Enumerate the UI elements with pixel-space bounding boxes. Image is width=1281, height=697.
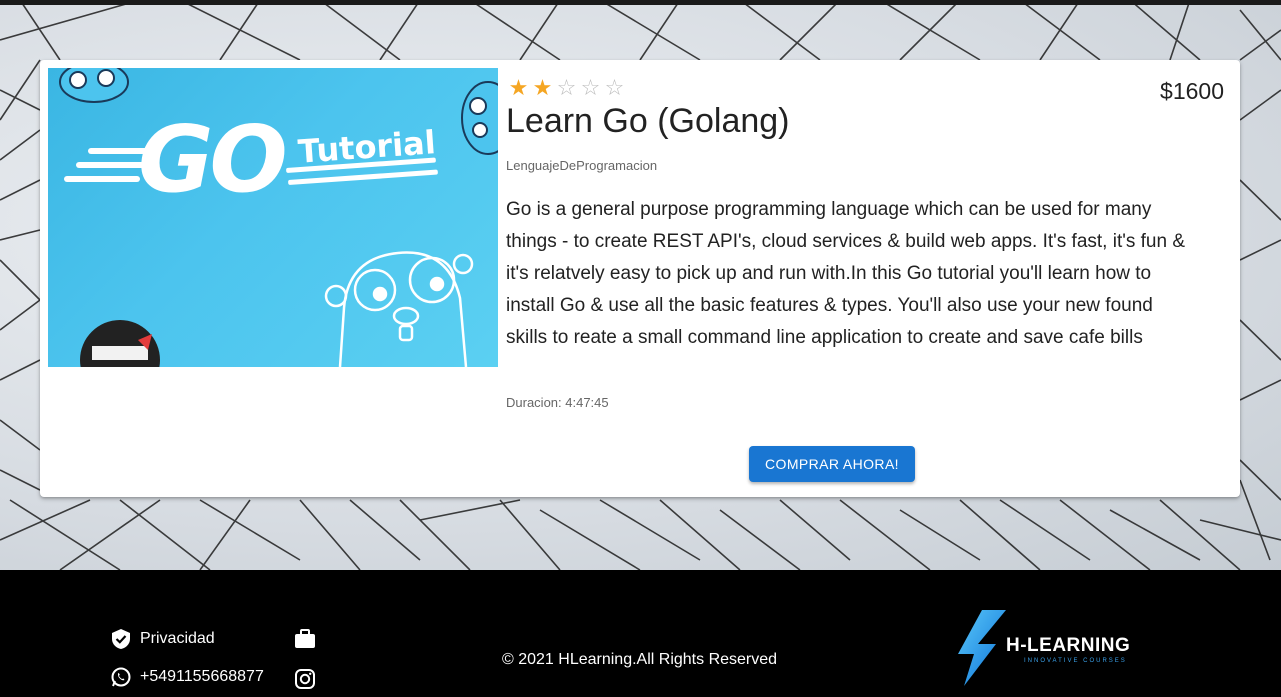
footer: Privacidad +5491155668877 © 2021 HLearni…	[0, 570, 1281, 697]
course-price: $1600	[1160, 78, 1224, 104]
course-thumbnail[interactable]: GO Tutorial	[48, 68, 498, 367]
top-bar	[0, 0, 1281, 5]
star-empty-icon: ☆	[604, 75, 626, 100]
briefcase-link[interactable]	[294, 628, 316, 650]
whatsapp-icon	[110, 666, 132, 688]
course-description: Go is a general purpose programming lang…	[506, 199, 1186, 348]
course-category: LenguajeDeProgramacion	[506, 158, 658, 173]
logo-mark-icon	[958, 610, 1006, 686]
star-empty-icon: ☆	[556, 75, 578, 100]
instagram-icon	[294, 668, 316, 690]
copyright-text: © 2021 HLearning.All Rights Reserved	[502, 651, 778, 668]
briefcase-icon	[294, 628, 316, 650]
privacy-link[interactable]: Privacidad	[110, 628, 215, 650]
instagram-link[interactable]	[294, 668, 316, 690]
course-card: GO Tutorial ★ ★ ☆ ☆ ☆ $1600 Learn Go (Golang…	[40, 60, 1240, 497]
privacy-label: Privacidad	[140, 630, 215, 647]
star-full-icon: ★	[532, 75, 554, 100]
thumbnail-go-text: GO	[138, 106, 288, 213]
star-empty-icon: ☆	[580, 75, 602, 100]
buy-now-button[interactable]: COMPRAR AHORA!	[749, 446, 915, 482]
phone-link[interactable]: +5491155668877	[110, 666, 264, 688]
logo-text: H-LEARNING	[1006, 635, 1131, 656]
logo-subtext: INNOVATIVE COURSES	[1024, 658, 1127, 664]
star-full-icon: ★	[508, 75, 530, 100]
shield-check-icon	[110, 628, 132, 650]
course-duration: Duracion: 4:47:45	[506, 395, 609, 410]
course-title: Learn Go (Golang)	[506, 102, 790, 140]
rating-stars: ★ ★ ☆ ☆ ☆	[507, 76, 627, 100]
phone-number: +5491155668877	[140, 668, 264, 685]
h-learning-logo[interactable]: H-LEARNING INNOVATIVE COURSES	[948, 608, 1158, 688]
